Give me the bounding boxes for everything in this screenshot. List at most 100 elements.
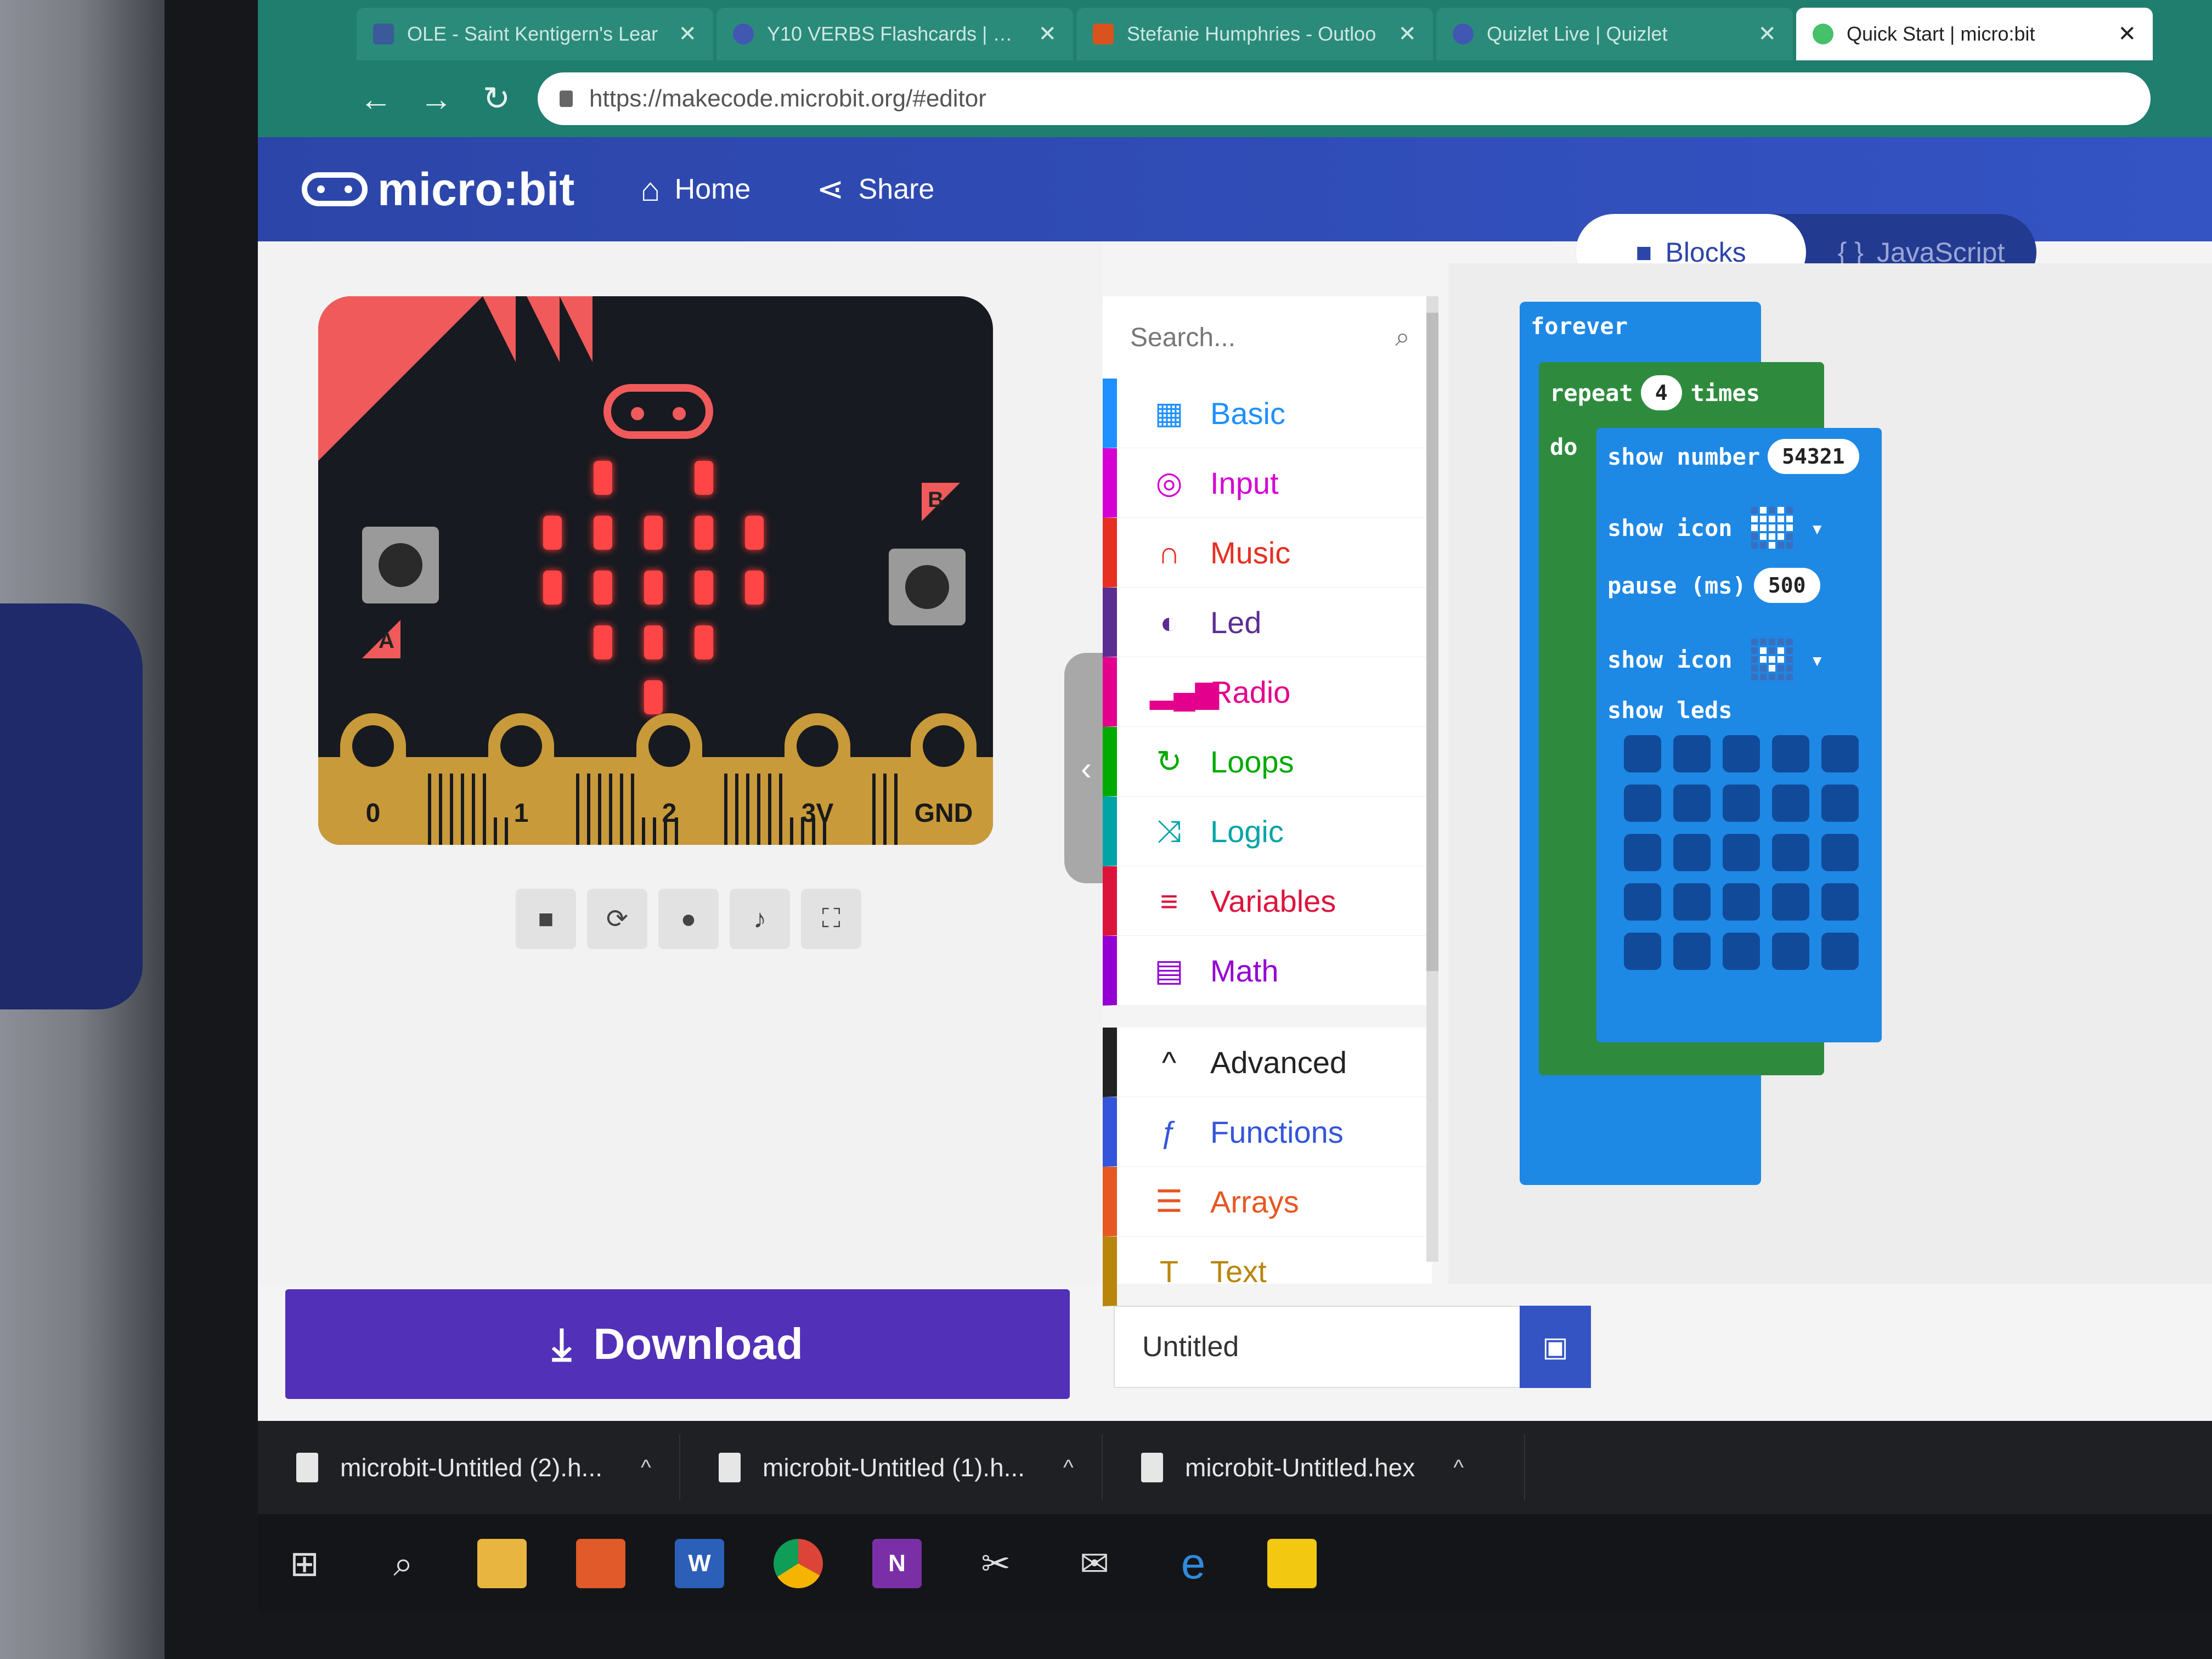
led-cell[interactable]: [1624, 735, 1661, 772]
search-icon[interactable]: ⌕: [379, 1539, 428, 1588]
collapse-simulator-button[interactable]: ‹: [1064, 653, 1108, 883]
windows-start-icon[interactable]: ⊞: [280, 1539, 329, 1588]
blocks-workspace[interactable]: forever repeat 4 times do show number 54…: [1448, 263, 2212, 1284]
led-cell[interactable]: [1723, 735, 1760, 772]
tab-quizlet-flashcards[interactable]: Y10 VERBS Flashcards | Quizl ✕: [716, 8, 1073, 60]
led-cell[interactable]: [1673, 883, 1711, 921]
repeat-count-input[interactable]: 4: [1640, 375, 1682, 410]
category-radio[interactable]: ▂▄▆ Radio: [1103, 657, 1432, 727]
share-button[interactable]: ⋖ Share: [816, 170, 934, 208]
close-icon[interactable]: ✕: [678, 21, 697, 47]
category-functions[interactable]: ƒ Functions: [1103, 1097, 1432, 1167]
led-cell[interactable]: [1673, 785, 1711, 822]
close-icon[interactable]: ✕: [1038, 21, 1057, 47]
show-icon-block[interactable]: show icon ▾: [1607, 499, 1824, 556]
tab-outlook[interactable]: Stefanie Humphries - Outloo ✕: [1076, 8, 1433, 60]
led-cell[interactable]: [1821, 933, 1859, 970]
number-input[interactable]: 54321: [1768, 439, 1859, 474]
category-advanced[interactable]: ^ Advanced: [1103, 1028, 1432, 1097]
category-logic[interactable]: ⤨ Logic: [1103, 797, 1432, 866]
toolbox-search[interactable]: Search... ⌕: [1103, 296, 1432, 379]
led-cell[interactable]: [1821, 735, 1859, 772]
led-cell[interactable]: [1772, 933, 1809, 970]
chrome-icon[interactable]: [774, 1539, 823, 1588]
category-math[interactable]: ▤ Math: [1103, 936, 1432, 1006]
led-cell[interactable]: [1723, 933, 1760, 970]
close-icon[interactable]: ✕: [1758, 21, 1776, 47]
toolbox-scrollbar[interactable]: [1426, 296, 1438, 1262]
edge-icon[interactable]: e: [1169, 1539, 1218, 1588]
show-leds-grid[interactable]: [1624, 735, 1859, 970]
home-button[interactable]: ⌂ Home: [640, 171, 751, 208]
show-icon-block[interactable]: show icon ▾: [1607, 631, 1824, 688]
chevron-down-icon[interactable]: ▾: [1810, 515, 1824, 541]
category-led[interactable]: ◐ Led: [1103, 588, 1432, 657]
download-button[interactable]: ⤓ Download: [285, 1289, 1070, 1399]
led-cell[interactable]: [1723, 834, 1760, 871]
restart-icon[interactable]: ⟳: [587, 889, 647, 949]
word-icon[interactable]: W: [675, 1539, 724, 1588]
fullscreen-icon[interactable]: ⛶: [801, 889, 861, 949]
led-cell[interactable]: [1624, 883, 1661, 921]
stop-icon[interactable]: ■: [516, 889, 576, 949]
category-music[interactable]: ∩ Music: [1103, 518, 1432, 588]
reload-icon[interactable]: ↻: [477, 80, 516, 118]
led-cell[interactable]: [1772, 834, 1809, 871]
heart-icon[interactable]: [1743, 499, 1801, 556]
tab-quizlet-live[interactable]: Quizlet Live | Quizlet ✕: [1436, 8, 1793, 60]
led-cell[interactable]: [1673, 933, 1711, 970]
pause-block[interactable]: pause (ms) 500: [1607, 568, 1820, 603]
chevron-up-icon[interactable]: ^: [641, 1455, 651, 1480]
sticky-notes-icon[interactable]: [1267, 1539, 1317, 1588]
led-cell[interactable]: [1723, 883, 1760, 921]
onenote-icon[interactable]: N: [872, 1539, 922, 1588]
forward-arrow-icon[interactable]: →: [417, 80, 455, 118]
download-item[interactable]: microbit-Untitled (1).h... ^: [680, 1435, 1103, 1500]
download-item[interactable]: microbit-Untitled.hex ^: [1103, 1435, 1525, 1500]
button-a[interactable]: [362, 527, 439, 603]
tab-microbit[interactable]: Quick Start | micro:bit ✕: [1796, 8, 2153, 60]
close-icon[interactable]: ✕: [1398, 21, 1417, 47]
led-cell[interactable]: [1772, 735, 1809, 772]
led-cell[interactable]: [1723, 785, 1760, 822]
back-arrow-icon[interactable]: ←: [357, 80, 395, 118]
led-cell[interactable]: [1772, 785, 1809, 822]
category-text[interactable]: T Text: [1103, 1237, 1432, 1306]
store-icon[interactable]: [576, 1539, 625, 1588]
led-cell[interactable]: [1624, 834, 1661, 871]
snipping-tool-icon[interactable]: ✂: [971, 1539, 1020, 1588]
close-icon[interactable]: ✕: [2118, 21, 2136, 47]
pause-ms-dropdown[interactable]: 500: [1753, 568, 1820, 603]
chevron-up-icon[interactable]: ^: [1453, 1455, 1464, 1480]
mail-icon[interactable]: ✉: [1070, 1539, 1119, 1588]
button-b[interactable]: [889, 549, 966, 625]
led-cell[interactable]: [1821, 785, 1859, 822]
led-cell[interactable]: [1624, 785, 1661, 822]
debug-icon[interactable]: ●: [658, 889, 719, 949]
tab-ole[interactable]: OLE - Saint Kentigern's Lear ✕: [357, 8, 713, 60]
sound-icon[interactable]: ♪: [730, 889, 790, 949]
microbit-simulator-board[interactable]: A B 0 1 2 3V GND: [318, 296, 993, 845]
led-cell[interactable]: [1624, 933, 1661, 970]
microbit-logo[interactable]: micro:bit: [302, 163, 574, 216]
file-explorer-icon[interactable]: [477, 1539, 527, 1588]
chevron-up-icon[interactable]: ^: [1063, 1455, 1074, 1480]
led-cell[interactable]: [1673, 735, 1711, 772]
category-arrays[interactable]: ☰ Arrays: [1103, 1167, 1432, 1237]
led-cell[interactable]: [1772, 883, 1809, 921]
led-cell[interactable]: [1821, 834, 1859, 871]
download-item[interactable]: microbit-Untitled (2).h... ^: [258, 1435, 680, 1500]
search-input[interactable]: Search...: [1130, 323, 1235, 353]
address-bar[interactable]: https://makecode.microbit.org/#editor: [538, 72, 2151, 125]
led-cell[interactable]: [1821, 883, 1859, 921]
led-cell[interactable]: [1673, 834, 1711, 871]
category-variables[interactable]: ≡ Variables: [1103, 866, 1432, 936]
chevron-down-icon[interactable]: ▾: [1810, 646, 1824, 673]
category-basic[interactable]: ▦ Basic: [1103, 379, 1432, 448]
save-icon[interactable]: ▣: [1520, 1306, 1591, 1388]
project-name-input[interactable]: Untitled: [1114, 1306, 1531, 1388]
category-input[interactable]: ◎ Input: [1103, 448, 1432, 518]
search-icon[interactable]: ⌕: [1395, 322, 1410, 353]
small-heart-icon[interactable]: [1743, 631, 1801, 688]
category-loops[interactable]: ↻ Loops: [1103, 727, 1432, 797]
